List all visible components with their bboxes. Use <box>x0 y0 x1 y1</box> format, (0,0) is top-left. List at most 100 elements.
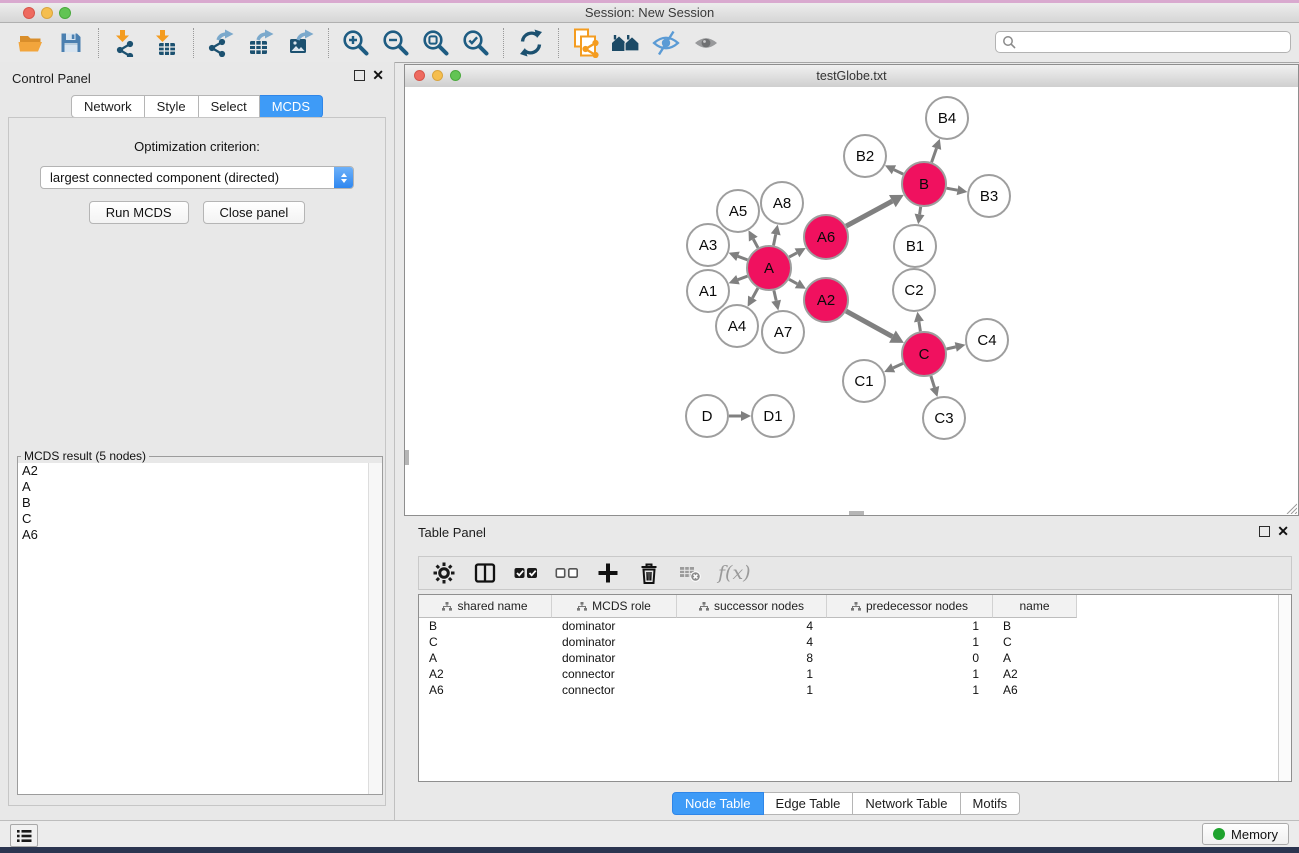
list-scrollbar[interactable] <box>368 463 382 794</box>
table-cell[interactable]: B <box>993 619 1077 633</box>
close-panel-icon[interactable]: ✕ <box>372 70 384 81</box>
gear-icon[interactable] <box>431 560 457 586</box>
network-graph[interactable]: B4B2BB3A5A8A3A6B1AA1C2A2A4A7C4CC1DD1C3 <box>405 87 1298 515</box>
graph-node-A[interactable]: A <box>747 246 791 290</box>
table-row[interactable]: A2connector11A2 <box>419 666 1291 682</box>
graph-node-A2[interactable]: A2 <box>804 278 848 322</box>
mcds-result-item[interactable]: C <box>18 511 382 527</box>
split-pane-icon[interactable] <box>472 560 498 586</box>
import-network-icon[interactable] <box>106 27 146 59</box>
open-folder-icon[interactable] <box>11 27 51 59</box>
zoom-selected-icon[interactable] <box>456 27 496 59</box>
save-icon[interactable] <box>51 27 91 59</box>
table-cell[interactable]: A2 <box>993 667 1077 681</box>
import-table-icon[interactable] <box>146 27 186 59</box>
network-zoom-button[interactable] <box>450 70 461 81</box>
graph-node-A4[interactable]: A4 <box>716 305 758 347</box>
column-header-shared-name[interactable]: shared name <box>419 595 552 618</box>
table-row[interactable]: Adominator80A <box>419 650 1291 666</box>
table-cell[interactable]: 1 <box>827 683 993 697</box>
table-cell[interactable]: dominator <box>552 635 677 649</box>
table-cell[interactable]: A <box>993 651 1077 665</box>
graph-node-B3[interactable]: B3 <box>968 175 1010 217</box>
houses-icon[interactable] <box>606 27 646 59</box>
table-cell[interactable]: connector <box>552 667 677 681</box>
table-cell[interactable]: 1 <box>827 619 993 633</box>
table-cell[interactable]: connector <box>552 683 677 697</box>
graph-node-A5[interactable]: A5 <box>717 190 759 232</box>
tab-motifs[interactable]: Motifs <box>961 792 1021 815</box>
mcds-result-item[interactable]: A2 <box>18 463 382 479</box>
graph-node-C[interactable]: C <box>902 332 946 376</box>
graph-node-B2[interactable]: B2 <box>844 135 886 177</box>
mcds-result-list[interactable]: A2ABCA6 <box>18 463 382 794</box>
export-table-icon[interactable] <box>241 27 281 59</box>
trash-icon[interactable] <box>636 560 662 586</box>
float-table-panel-icon[interactable] <box>1259 526 1270 537</box>
add-icon[interactable] <box>595 560 621 586</box>
mcds-result-item[interactable]: A6 <box>18 527 382 543</box>
zoom-fit-icon[interactable] <box>416 27 456 59</box>
minimize-window-button[interactable] <box>41 7 53 19</box>
table-scrollbar[interactable] <box>1278 595 1291 781</box>
graph-node-C3[interactable]: C3 <box>923 397 965 439</box>
graph-node-C2[interactable]: C2 <box>893 269 935 311</box>
task-history-button[interactable] <box>10 824 38 847</box>
table-cell[interactable]: dominator <box>552 651 677 665</box>
column-header-name[interactable]: name <box>993 595 1077 618</box>
graph-node-A3[interactable]: A3 <box>687 224 729 266</box>
table-cell[interactable]: C <box>993 635 1077 649</box>
table-cell[interactable]: 1 <box>677 683 827 697</box>
table-row[interactable]: Cdominator41C <box>419 634 1291 650</box>
table-cell[interactable]: 4 <box>677 619 827 633</box>
graph-node-A6[interactable]: A6 <box>804 215 848 259</box>
table-cell[interactable]: 1 <box>677 667 827 681</box>
search-text-field[interactable] <box>1020 32 1290 52</box>
close-panel-button[interactable]: Close panel <box>203 201 306 224</box>
column-header-MCDS-role[interactable]: MCDS role <box>552 595 677 618</box>
resize-grip-icon[interactable] <box>1284 501 1297 514</box>
zoom-out-icon[interactable] <box>376 27 416 59</box>
mcds-result-item[interactable]: A <box>18 479 382 495</box>
table-cell[interactable]: A6 <box>993 683 1077 697</box>
table-cell[interactable]: 1 <box>827 667 993 681</box>
run-mcds-button[interactable]: Run MCDS <box>89 201 189 224</box>
refresh-layout-icon[interactable] <box>511 27 551 59</box>
network-minimize-button[interactable] <box>432 70 443 81</box>
close-window-button[interactable] <box>23 7 35 19</box>
table-cell[interactable]: 4 <box>677 635 827 649</box>
export-network-icon[interactable] <box>201 27 241 59</box>
table-cell[interactable]: A <box>419 651 552 665</box>
graph-node-D[interactable]: D <box>686 395 728 437</box>
column-header-successor-nodes[interactable]: successor nodes <box>677 595 827 618</box>
network-window-titlebar[interactable]: testGlobe.txt <box>405 65 1298 88</box>
mcds-result-item[interactable]: B <box>18 495 382 511</box>
column-header-predecessor-nodes[interactable]: predecessor nodes <box>827 595 993 618</box>
tab-style[interactable]: Style <box>145 95 199 118</box>
memory-button[interactable]: Memory <box>1202 823 1289 845</box>
vertical-scroll-stub[interactable] <box>405 450 409 465</box>
tab-select[interactable]: Select <box>199 95 260 118</box>
graph-node-A1[interactable]: A1 <box>687 270 729 312</box>
tab-network[interactable]: Network <box>71 95 145 118</box>
table-cell[interactable]: 8 <box>677 651 827 665</box>
float-panel-icon[interactable] <box>354 70 365 81</box>
table-row[interactable]: A6connector11A6 <box>419 682 1291 698</box>
eye-hide-icon[interactable] <box>646 27 686 59</box>
select-all-icon[interactable] <box>513 560 539 586</box>
graph-node-A7[interactable]: A7 <box>762 311 804 353</box>
criterion-select[interactable]: largest connected component (directed) <box>40 166 354 189</box>
graph-node-A8[interactable]: A8 <box>761 182 803 224</box>
zoom-window-button[interactable] <box>59 7 71 19</box>
graph-node-C4[interactable]: C4 <box>966 319 1008 361</box>
deselect-all-icon[interactable] <box>554 560 580 586</box>
graph-node-B4[interactable]: B4 <box>926 97 968 139</box>
tab-mcds[interactable]: MCDS <box>260 95 323 118</box>
table-cell[interactable]: C <box>419 635 552 649</box>
graph-node-B[interactable]: B <box>902 162 946 206</box>
network-file-icon[interactable] <box>566 27 606 59</box>
graph-node-B1[interactable]: B1 <box>894 225 936 267</box>
network-close-button[interactable] <box>414 70 425 81</box>
search-input[interactable] <box>995 31 1291 53</box>
eye-show-icon[interactable] <box>686 27 726 59</box>
